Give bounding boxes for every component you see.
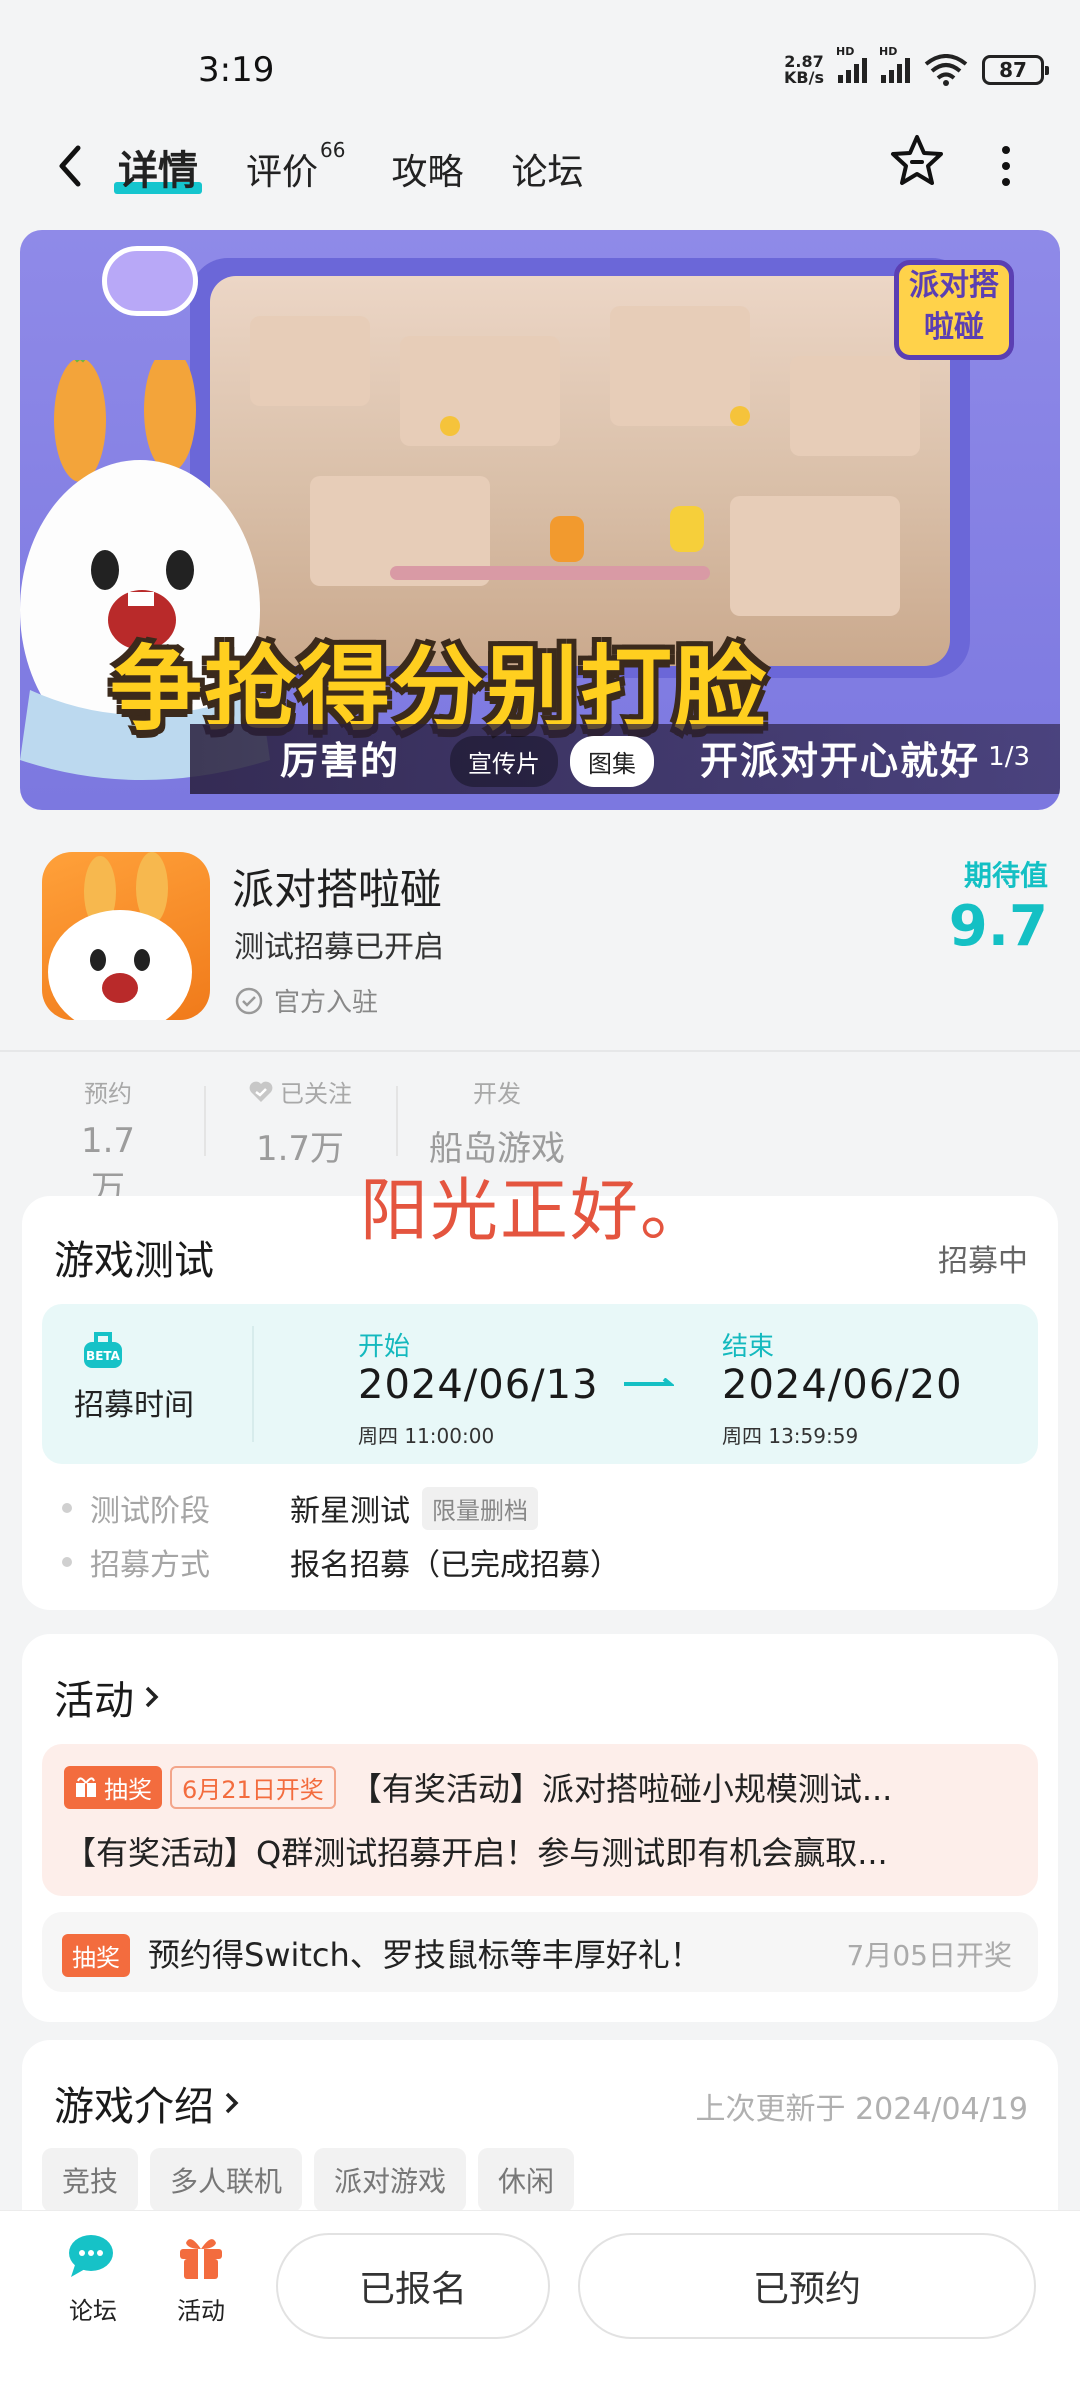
forum-button[interactable]: 论坛	[58, 2233, 128, 2326]
verified-badge: 官方入驻	[234, 982, 378, 1019]
gallery-pill[interactable]: 图集	[570, 736, 654, 787]
tag-chip[interactable]: 休闲	[478, 2148, 575, 2212]
expect-value: 9.7	[948, 894, 1048, 959]
end-date: 2024/06/20	[722, 1362, 963, 1408]
app-subtitle: 测试招募已开启	[234, 930, 444, 965]
media-counter: 1/3	[988, 742, 1030, 772]
favorite-star-icon[interactable]	[888, 132, 946, 190]
activity-item-reserve[interactable]: 抽奖 预约得Switch、罗技鼠标等丰厚好礼！ 7月05日开奖	[42, 1912, 1038, 1992]
tag-chip[interactable]: 多人联机	[150, 2148, 303, 2212]
battery-icon: 87	[982, 55, 1049, 85]
recruit-status: 招募中	[938, 1244, 1028, 1279]
lottery-badge: 抽奖	[62, 1934, 130, 1977]
check-circle-icon	[235, 987, 263, 1014]
lottery-badge: 抽奖	[64, 1765, 162, 1809]
top-nav: 详情 评价66 攻略 论坛	[0, 120, 1080, 212]
review-count-badge: 66	[320, 138, 346, 162]
tag-chip[interactable]: 竞技	[42, 2148, 139, 2212]
gamepad-icon	[102, 246, 198, 316]
more-options-icon[interactable]	[994, 146, 1018, 186]
stat-followers[interactable]: 已关注 1.7万	[240, 1074, 360, 1170]
signal-icon-2: HD	[879, 45, 910, 83]
svg-text:BETA: BETA	[86, 1349, 121, 1363]
app-icon	[42, 852, 210, 1020]
start-date: 2024/06/13	[358, 1362, 599, 1408]
heart-icon	[249, 1081, 273, 1102]
end-label: 结束	[722, 1332, 775, 1362]
app-name: 派对搭啦碰	[232, 865, 443, 914]
game-test-card: 游戏测试 招募中 BETA 招募时间 开始 2024/06/13 周四 11:0…	[22, 1196, 1058, 1610]
gift-icon	[180, 2239, 222, 2279]
tag-chip[interactable]: 派对游戏	[314, 2148, 467, 2212]
draw-date-badge: 6月21日开奖	[170, 1765, 336, 1809]
reserved-button[interactable]: 已预约	[578, 2233, 1036, 2339]
activity-card: 活动 抽奖 6月21日开奖 【有奖活动】派对搭啦碰小规模测试... 【有奖活动】…	[22, 1634, 1058, 2022]
app-info: 派对搭啦碰 测试招募已开启 官方入驻 期待值 9.7	[0, 830, 1080, 1050]
tab-forum[interactable]: 论坛	[511, 143, 583, 195]
stat-reservations: 预约 1.7万	[80, 1080, 136, 1209]
media-banner[interactable]: 派对搭啦碰 争抢得分别打脸 厉害的 开派对开心就好 宣传片 图集 1/3	[20, 230, 1060, 810]
tab-details[interactable]: 详情	[114, 138, 202, 196]
activity-item-title: 【有奖活动】派对搭啦碰小规模测试...	[349, 1770, 893, 1808]
chevron-right-icon	[225, 2092, 239, 2114]
wifi-icon	[924, 54, 968, 86]
beta-icon: BETA	[84, 1332, 122, 1368]
tab-guides[interactable]: 攻略	[391, 143, 463, 195]
tag-list: 竞技 多人联机 派对游戏 休闲	[42, 2148, 575, 2212]
arrow-right-icon	[624, 1378, 674, 1386]
activity-button[interactable]: 活动	[166, 2233, 236, 2326]
start-label: 开始	[358, 1332, 411, 1362]
status-icons: 2.87 KB/s HD HD 87	[784, 45, 1049, 87]
activity-draw-date: 7月05日开奖	[846, 1939, 1012, 1972]
signal-icon: HD	[836, 45, 867, 83]
chevron-right-icon	[145, 1686, 159, 1708]
intro-title[interactable]: 游戏介绍	[54, 2074, 242, 2132]
test-stage-row: 测试阶段 新星测试 限量删档	[62, 1486, 538, 1530]
recruit-period-box: BETA 招募时间 开始 2024/06/13 周四 11:00:00 结束 2…	[42, 1304, 1038, 1464]
media-switch: 宣传片 图集	[450, 736, 654, 787]
game-logo: 派对搭啦碰	[894, 260, 1014, 360]
status-bar: 3:19 2.87 KB/s HD HD 87	[0, 0, 1080, 120]
tab-reviews[interactable]: 评价66	[246, 138, 345, 195]
activity-title[interactable]: 活动	[54, 1668, 162, 1726]
bottom-action-bar: 论坛 活动 已报名 已预约	[0, 2210, 1080, 2400]
status-time: 3:19	[198, 50, 275, 90]
recruit-method-row: 招募方式 报名招募（已完成招募）	[62, 1540, 620, 1584]
last-updated: 上次更新于 2024/04/19	[695, 2092, 1028, 2127]
overlay-caption: 阳光正好。	[360, 1172, 711, 1251]
activity-item-title: 预约得Switch、罗技鼠标等丰厚好礼！	[148, 1936, 702, 1974]
tab-bar: 详情 评价66 攻略 论坛	[114, 138, 584, 196]
network-speed: 2.87 KB/s	[784, 52, 824, 87]
back-icon[interactable]	[52, 142, 88, 190]
game-scene-image	[210, 276, 950, 666]
end-time: 周四 13:59:59	[722, 1424, 859, 1448]
gift-icon	[76, 1777, 96, 1797]
divider	[0, 1050, 1080, 1052]
video-pill[interactable]: 宣传片	[450, 736, 558, 787]
activity-item-featured[interactable]: 抽奖 6月21日开奖 【有奖活动】派对搭啦碰小规模测试... 【有奖活动】Q群测…	[42, 1744, 1038, 1896]
recruit-time-label: 招募时间	[74, 1388, 194, 1423]
activity-item-desc: 【有奖活动】Q群测试招募开启！参与测试即有机会赢取...	[64, 1834, 888, 1872]
game-test-title: 游戏测试	[54, 1238, 214, 1284]
stage-tag: 限量删档	[422, 1486, 538, 1530]
signed-up-button[interactable]: 已报名	[276, 2233, 550, 2339]
expect-label: 期待值	[963, 859, 1048, 892]
chat-bubble-icon	[69, 2235, 113, 2277]
start-time: 周四 11:00:00	[358, 1424, 495, 1448]
